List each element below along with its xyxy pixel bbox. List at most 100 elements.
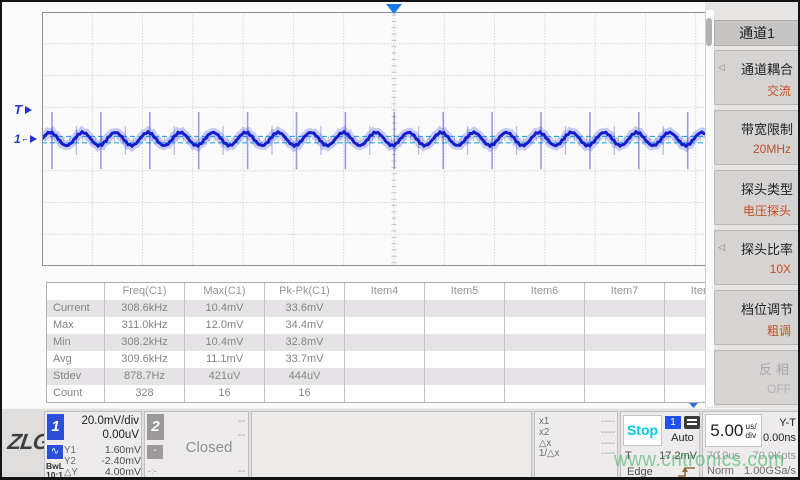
trigger-coupling-dc-icon [684,416,700,429]
table-cell: 328 [105,385,185,402]
x-cursor-row-value: ---- [601,427,615,438]
table-cell [425,334,505,351]
table-cell [665,334,709,351]
menu-item-value: 20MHz [753,142,791,156]
row-label: Stdev [47,368,105,385]
x-cursor-box[interactable]: x1----x2----△x----1/△x---- [534,411,618,479]
right-arrow-icon [30,135,37,143]
menu-item-label: 带宽限制 [741,119,793,138]
sidebar-item-6[interactable]: 反相OFF [714,350,800,405]
table-cell: 33.6mV [265,300,345,317]
table-cell [505,317,585,334]
table-cell: 32.8mV [265,334,345,351]
table-cell: 10.4mV [185,300,265,317]
table-header-cell: Item7 [585,283,665,300]
table-cell: 309.6kHz [105,351,185,368]
channel2-coupling-icon: - [147,445,163,459]
table-row: Stdev878.7Hz421uV444uV [47,368,709,385]
run-state-indicator[interactable]: Stop [623,415,662,446]
table-header-row: Freq(C1)Max(C1)Pk-Pk(C1)Item4Item5Item6I… [47,283,709,300]
table-cell [425,368,505,385]
table-cell [665,385,709,402]
channel1-offset: 0.00uV [66,429,139,441]
x-cursor-row-value: ---- [601,448,615,459]
table-row: Current308.6kHz10.4mV33.6mV [47,300,709,317]
sidebar-scrollbar[interactable] [705,10,714,407]
menu-item-label: 通道耦合 [741,59,793,78]
table-header-cell: Freq(C1) [105,283,185,300]
channel1-badge: 1 [47,414,64,440]
sidebar-item-2[interactable]: 带宽限制 20MHz [714,110,800,165]
ground-icon: ⌐ [23,135,28,144]
menu-item-label: 反相 [759,359,793,378]
trigger-level-marker[interactable]: T [14,102,32,117]
table-cell [345,368,425,385]
table-header-cell [47,283,105,300]
y-cursor-row-label: △Y [64,467,78,477]
x-cursor-row: x2---- [539,427,615,438]
sidebar-item-3[interactable]: 探头类型电压探头 [714,170,800,225]
display-mode: Y-T [763,417,796,429]
trigger-delay: 0.00ns [749,432,796,444]
table-row: Max311.0kHz12.0mV34.4mV [47,317,709,334]
channel1-ground-marker[interactable]: 1 ⌐ [14,132,37,146]
sidebar-scrollbar-thumb[interactable] [706,18,712,46]
waveform-plot [42,12,706,266]
table-cell [505,334,585,351]
channel1-info-box[interactable]: 1 20.0mV/div 0.00uV ∿ BwL 10:1 Y11.60mVY… [44,411,142,479]
table-cell [505,385,585,402]
table-header-cell: Max(C1) [185,283,265,300]
table-cell: 34.4mV [265,317,345,334]
table-cell [585,300,665,317]
table-cell [345,385,425,402]
sidebar-title: 通道1 [714,20,800,46]
trigger-position-marker-icon[interactable] [386,4,402,14]
table-header-cell: Item4 [345,283,425,300]
channel2-info-box[interactable]: 2 -- -- - Closed -:- -- [144,411,249,479]
sidebar-item-4[interactable]: ◁ 探头比率 10X [714,230,800,285]
probe-ratio-flag: 10:1 [46,470,63,480]
channel1-marker-label: 1 [14,132,21,146]
table-cell [585,351,665,368]
table-row: Avg309.6kHz11.1mV33.7mV [47,351,709,368]
ac-coupling-icon: ∿ [47,445,63,459]
row-label: Count [47,385,105,402]
table-cell [585,334,665,351]
table-row: Count3281616 [47,385,709,402]
menu-item-label: 探头比率 [741,239,793,258]
channel1-cursor-readouts: Y11.60mVY2-2.40mV△Y4.00mV△Y/△X---- [64,445,141,480]
menu-item-value: 10X [770,262,791,276]
menu-item-value: 粗调 [767,322,791,339]
channel2-misc-left: -:- [148,466,168,476]
table-cell: 878.7Hz [105,368,185,385]
measurement-table: Freq(C1)Max(C1)Pk-Pk(C1)Item4Item5Item6I… [46,282,709,403]
menu-item-label: 探头类型 [741,179,793,198]
menu-item-value: 电压探头 [743,202,791,219]
table-cell [425,317,505,334]
table-cell [425,351,505,368]
watermark: www.cntronics.com [614,449,785,472]
oscilloscope-screen: T 1 ⌐ Freq(C1)Max(C1)Pk-Pk(C1)Item4Item5… [0,0,800,480]
table-cell: 33.7mV [265,351,345,368]
table-cell [665,317,709,334]
sidebar-item-5[interactable]: 档位调节粗调 [714,290,800,345]
table-cell: 16 [265,385,345,402]
left-arrow-icon: ◁ [718,62,725,73]
table-cell [665,368,709,385]
channel1-scale: 20.0mV/div [66,415,139,427]
table-row: Min308.2kHz10.4mV32.8mV [47,334,709,351]
table-cell: 308.6kHz [105,300,185,317]
y-cursor-row-value: -2.40mV [101,456,141,467]
table-header-cell: Item8 [665,283,709,300]
trigger-mode: Auto [665,432,700,444]
table-header-cell: Item6 [505,283,585,300]
sidebar-item-1[interactable]: ◁通道耦合交流 [714,50,800,105]
trigger-source-badge: 1 [665,416,681,429]
x-cursor-row-label: △x [539,438,551,448]
table-cell [425,385,505,402]
channel2-status: Closed [173,439,245,456]
table-cell: 11.1mV [185,351,265,368]
left-arrow-icon: ◁ [718,242,725,253]
x-cursor-row: 1/△x---- [539,448,615,459]
table-header-cell: Pk-Pk(C1) [265,283,345,300]
